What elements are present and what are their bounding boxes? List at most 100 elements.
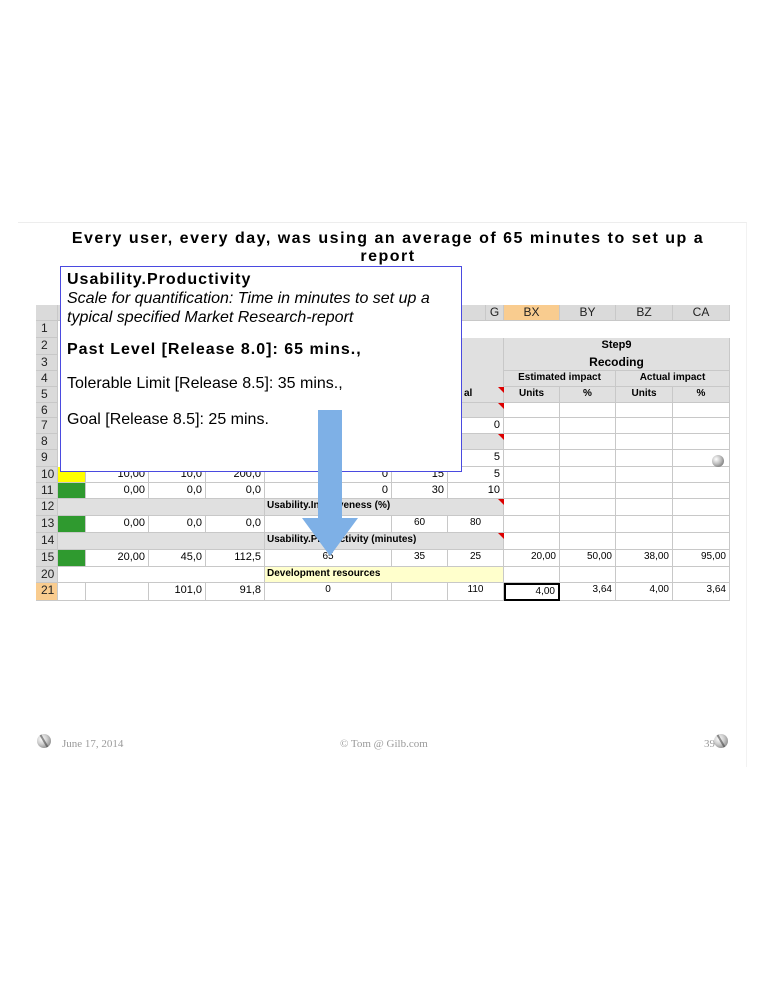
empty-cell[interactable] [673, 467, 730, 483]
cell-value[interactable]: 0,0 [149, 516, 206, 533]
cell-value[interactable]: 112,5 [206, 550, 265, 567]
empty-cell[interactable] [504, 567, 560, 583]
footer-copyright: © Tom @ Gilb.com [340, 738, 428, 750]
cell-r7-g[interactable]: 0 [462, 418, 504, 434]
cell-value[interactable]: 35 [392, 550, 448, 567]
cell-value[interactable]: 91,8 [206, 583, 265, 601]
cell-value[interactable]: 3,64 [673, 583, 730, 601]
empty-cell[interactable] [560, 450, 616, 467]
empty-cell[interactable] [560, 516, 616, 533]
empty-cell[interactable] [616, 467, 673, 483]
empty-cell[interactable] [504, 450, 560, 467]
footer-date: June 17, 2014 [62, 738, 124, 750]
row-number[interactable]: 5 [36, 387, 58, 403]
empty-cell[interactable] [673, 499, 730, 516]
row-number[interactable]: 7 [36, 418, 58, 434]
empty-cell[interactable] [560, 403, 616, 418]
empty-cell[interactable] [673, 403, 730, 418]
cell-value[interactable]: 25 [448, 550, 504, 567]
cell-value[interactable]: 0,0 [206, 483, 265, 499]
empty-cell[interactable] [504, 467, 560, 483]
row-number[interactable]: 12 [36, 499, 58, 516]
empty-cell[interactable] [392, 583, 448, 601]
row-number[interactable]: 13 [36, 516, 58, 533]
cell-r9-g[interactable]: 5 [462, 450, 504, 467]
empty-cell[interactable] [504, 418, 560, 434]
row-number[interactable]: 20 [36, 567, 58, 583]
row-number[interactable]: 14 [36, 533, 58, 550]
popup-past-level: Past Level [Release 8.0]: 65 mins., [67, 341, 362, 358]
empty-cell[interactable] [673, 516, 730, 533]
row-number-selected[interactable]: 21 [36, 583, 58, 601]
col-header-bx[interactable]: BX [504, 305, 560, 321]
col-header-ca[interactable]: CA [673, 305, 730, 321]
row-number[interactable]: 3 [36, 355, 58, 371]
empty-cell[interactable] [560, 467, 616, 483]
empty-cell[interactable] [504, 483, 560, 499]
empty-cell[interactable] [58, 583, 86, 601]
cell-value[interactable]: 0,0 [206, 516, 265, 533]
units-header: Units [504, 387, 560, 403]
cell-value[interactable]: 95,00 [673, 550, 730, 567]
empty-cell[interactable] [616, 418, 673, 434]
cell-value[interactable]: 101,0 [149, 583, 206, 601]
empty-cell[interactable] [560, 533, 616, 550]
cell-value[interactable]: 20,00 [86, 550, 149, 567]
cell-value[interactable]: 38,00 [616, 550, 673, 567]
empty-cell[interactable] [616, 450, 673, 467]
cell-value[interactable]: 45,0 [149, 550, 206, 567]
cell-value[interactable]: 3,64 [560, 583, 616, 601]
empty-cell[interactable] [616, 483, 673, 499]
empty-cell[interactable] [673, 567, 730, 583]
col-header-bz[interactable]: BZ [616, 305, 673, 321]
row-number[interactable]: 10 [36, 467, 58, 483]
empty-cell[interactable] [673, 483, 730, 499]
cell-value[interactable]: 80 [448, 516, 504, 533]
row-number[interactable]: 2 [36, 338, 58, 355]
dev-resources-label: Development resources [265, 567, 504, 583]
empty-cell[interactable] [560, 434, 616, 450]
col-header-by[interactable]: BY [560, 305, 616, 321]
row-number[interactable]: 15 [36, 550, 58, 567]
cell-value[interactable]: 10 [448, 483, 504, 499]
empty-cell[interactable] [616, 533, 673, 550]
row-number[interactable]: 8 [36, 434, 58, 450]
cell-value[interactable]: 60 [392, 516, 448, 533]
cell-value[interactable]: 0,00 [86, 516, 149, 533]
empty-cell[interactable] [673, 533, 730, 550]
cell-value[interactable]: 4,00 [616, 583, 673, 601]
empty-cell[interactable] [504, 403, 560, 418]
row-number[interactable]: 11 [36, 483, 58, 499]
row-number[interactable]: 1 [36, 321, 58, 338]
empty-cell[interactable] [560, 483, 616, 499]
col-header-g[interactable]: G [486, 305, 504, 321]
empty-cell[interactable] [673, 418, 730, 434]
empty-cell[interactable] [616, 516, 673, 533]
empty-cell[interactable] [86, 583, 149, 601]
empty-cell[interactable] [504, 516, 560, 533]
empty-cell[interactable] [616, 403, 673, 418]
empty-cell[interactable] [560, 567, 616, 583]
cell-value[interactable]: 0,0 [149, 483, 206, 499]
empty-cell[interactable] [560, 418, 616, 434]
empty-cell[interactable] [616, 499, 673, 516]
empty-cell[interactable] [560, 499, 616, 516]
empty-cell[interactable] [504, 434, 560, 450]
empty-cell[interactable] [616, 434, 673, 450]
empty-cell[interactable] [673, 434, 730, 450]
row-number[interactable]: 9 [36, 450, 58, 467]
cell-value[interactable]: 20,00 [504, 550, 560, 567]
empty-cell[interactable] [504, 533, 560, 550]
corner-cell[interactable] [36, 305, 58, 321]
row-number[interactable]: 6 [36, 403, 58, 418]
empty-cell[interactable] [504, 499, 560, 516]
empty-cell[interactable] [58, 567, 265, 583]
row-number[interactable]: 4 [36, 371, 58, 387]
cell-value[interactable]: 30 [392, 483, 448, 499]
cell-value[interactable]: 110 [448, 583, 504, 601]
selected-cell[interactable]: 4,00 [504, 583, 560, 601]
empty-cell[interactable] [616, 567, 673, 583]
cell-value[interactable]: 0 [265, 583, 392, 601]
cell-value[interactable]: 0,00 [86, 483, 149, 499]
cell-value[interactable]: 50,00 [560, 550, 616, 567]
